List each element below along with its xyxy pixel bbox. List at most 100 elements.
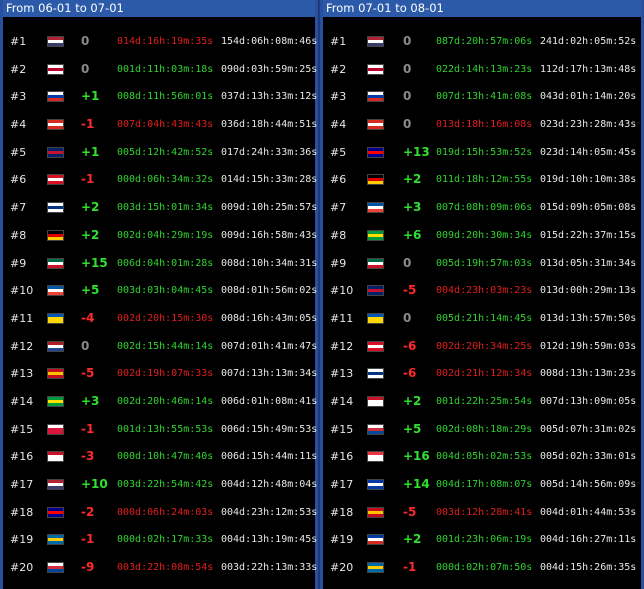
total-time: 023d:14h:05m:45s — [540, 146, 637, 158]
total-time: 015d:09h:05m:08s — [540, 202, 637, 214]
rank-label: #8 — [330, 228, 347, 242]
ranking-row: #14 +3 002d:20h:46m:14s 006d:01h:08m:41s — [3, 388, 317, 416]
rank-label: #15 — [10, 422, 34, 436]
jp-flag-icon — [47, 63, 64, 75]
rank-label: #20 — [330, 561, 354, 575]
total-time: 007d:01h:41m:47s — [221, 340, 318, 352]
pe-flag-icon — [47, 174, 64, 186]
lead-time: 000d:06h:34m:32s — [117, 174, 214, 186]
ranking-row: #20 -1 000d:02h:07m:50s 004d:15h:26m:35s — [323, 554, 641, 582]
total-time: 004d:23h:12m:53s — [221, 506, 318, 518]
ua-flag-icon — [47, 312, 64, 324]
total-time: 005d:14h:56m:09s — [540, 479, 637, 490]
lead-time: 087d:20h:57m:06s — [436, 36, 533, 47]
total-time: 008d:13h:13m:23s — [540, 368, 637, 380]
ranking-row: #2 0 022d:14h:13m:23s 112d:17h:13m:48s — [323, 56, 641, 84]
lead-time: 022d:14h:13m:23s — [436, 63, 533, 75]
lead-time: 009d:20h:30m:34s — [436, 229, 533, 241]
pe-flag-icon — [367, 340, 384, 352]
ranking-row: #19 -1 000d:02h:17m:33s 004d:13h:19m:45s — [3, 526, 317, 554]
ranking-row: #4 0 013d:18h:16m:08s 023d:23h:28m:43s — [323, 111, 641, 139]
lead-time: 001d:22h:25m:54s — [436, 395, 533, 407]
rank-change: -5 — [81, 366, 95, 381]
lead-time: 003d:15h:01m:34s — [117, 202, 214, 214]
rank-change: -2 — [81, 504, 95, 519]
lead-time: 002d:21h:12m:34s — [436, 368, 533, 380]
ranking-row: #6 -1 000d:06h:34m:32s 014d:15h:33m:28s — [3, 166, 317, 194]
lead-time: 008d:11h:56m:01s — [117, 91, 214, 103]
total-time: 036d:18h:44m:51s — [221, 119, 318, 131]
lead-time: 002d:19h:07m:33s — [117, 368, 214, 380]
rank-label: #6 — [330, 173, 347, 187]
lead-time: 002d:20h:46m:14s — [117, 395, 214, 407]
rank-change: +5 — [81, 283, 100, 298]
rank-change: +2 — [81, 227, 100, 242]
ranking-row: #19 +2 001d:23h:06m:19s 004d:16h:27m:11s — [323, 526, 641, 554]
rank-change: +14 — [403, 477, 430, 491]
rank-change: 0 — [403, 89, 412, 104]
rank-label: #7 — [10, 201, 27, 215]
total-time: 008d:10h:34m:31s — [221, 257, 318, 269]
nl-flag-icon — [47, 340, 64, 352]
pl-flag-icon — [47, 423, 64, 435]
rank-change: -1 — [81, 421, 95, 436]
fi-flag-icon — [47, 202, 64, 214]
rank-change: -6 — [403, 366, 417, 381]
rank-label: #14 — [10, 394, 34, 408]
lead-time: 000d:02h:07m:50s — [436, 562, 533, 574]
rank-change: +2 — [403, 172, 422, 187]
rank-label: #2 — [10, 62, 27, 76]
ca-flag-icon — [47, 119, 64, 131]
ranking-row: #1 0 087d:20h:57m:06s 241d:02h:05m:52s — [323, 28, 641, 56]
total-time: 004d:01h:44m:53s — [540, 506, 637, 518]
ranking-row: #10 -5 004d:23h:03m:23s 013d:00h:29m:13s — [323, 277, 641, 305]
rank-label: #20 — [10, 561, 34, 575]
rank-label: #13 — [10, 367, 34, 381]
rank-change: +2 — [403, 393, 422, 408]
rank-change: 0 — [81, 34, 90, 48]
lead-time: 000d:06h:24m:03s — [117, 506, 214, 518]
ranking-row: #14 +2 001d:22h:25m:54s 007d:13h:09m:05s — [323, 388, 641, 416]
ranking-row: #11 0 005d:21h:14m:45s 013d:13h:57m:50s — [323, 305, 641, 333]
cl-flag-icon — [367, 534, 384, 546]
rank-label: #18 — [330, 505, 354, 519]
total-time: 241d:02h:05m:52s — [540, 36, 637, 47]
left-ranking-panel: From 06-01 to 07-01 #1 0 014d:16h:19m:35s 1… — [0, 0, 318, 589]
rank-label: #15 — [330, 422, 354, 436]
lead-time: 019d:15h:53m:52s — [436, 146, 533, 158]
lead-time: 002d:04h:29m:19s — [117, 229, 214, 241]
rank-change: +13 — [403, 144, 430, 159]
id-flag-icon — [367, 395, 384, 407]
lead-time: 000d:02h:17m:33s — [117, 534, 214, 546]
rank-change: +2 — [81, 200, 100, 215]
rank-label: #16 — [330, 450, 354, 464]
total-time: 007d:13h:13m:34s — [221, 368, 318, 380]
rank-change: -4 — [81, 310, 95, 325]
fr-flag-icon — [367, 202, 384, 214]
right-ranking-list: #1 0 087d:20h:57m:06s 241d:02h:05m:52s #2 0 02… — [323, 28, 641, 582]
total-time: 023d:23h:28m:43s — [540, 119, 637, 131]
rank-label: #14 — [330, 394, 354, 408]
ranking-row: #3 0 007d:13h:41m:08s 043d:01h:14m:20s — [323, 83, 641, 111]
mx-flag-icon — [47, 257, 64, 269]
total-time: 013d:13h:57m:50s — [540, 312, 637, 324]
rank-label: #17 — [10, 478, 34, 491]
ranking-row: #18 -2 000d:06h:24m:03s 004d:23h:12m:53s — [3, 499, 318, 527]
fr-flag-icon — [47, 285, 64, 297]
lead-time: 007d:08h:09m:06s — [436, 202, 533, 214]
ca-flag-icon — [367, 119, 384, 131]
rank-change: -6 — [403, 338, 417, 353]
total-time: 004d:15h:26m:35s — [540, 562, 637, 574]
right-panel-title: From 07-01 to 08-01 — [323, 0, 641, 17]
rank-label: #6 — [10, 173, 27, 187]
ranking-row: #5 +13 019d:15h:53m:52s 023d:14h:05m:45s — [323, 139, 641, 167]
es-flag-icon — [47, 368, 64, 380]
ranking-row: #4 -1 007d:04h:43m:43s 036d:18h:44m:51s — [3, 111, 318, 139]
ranking-row: #13 -5 002d:19h:07m:33s 007d:13h:13m:34s — [3, 360, 318, 388]
total-time: 004d:16h:27m:11s — [540, 534, 637, 546]
ranking-row: #6 +2 011d:18h:12m:55s 019d:10h:10m:38s — [323, 166, 641, 194]
lead-time: 001d:23h:06m:19s — [436, 534, 533, 546]
ranking-row: #12 -6 002d:20h:34m:25s 012d:19h:59m:03s — [323, 333, 641, 361]
lead-time: 002d:08h:18m:29s — [436, 423, 533, 435]
ranking-row: #15 -1 001d:13h:55m:53s 006d:15h:49m:53s — [3, 416, 317, 444]
